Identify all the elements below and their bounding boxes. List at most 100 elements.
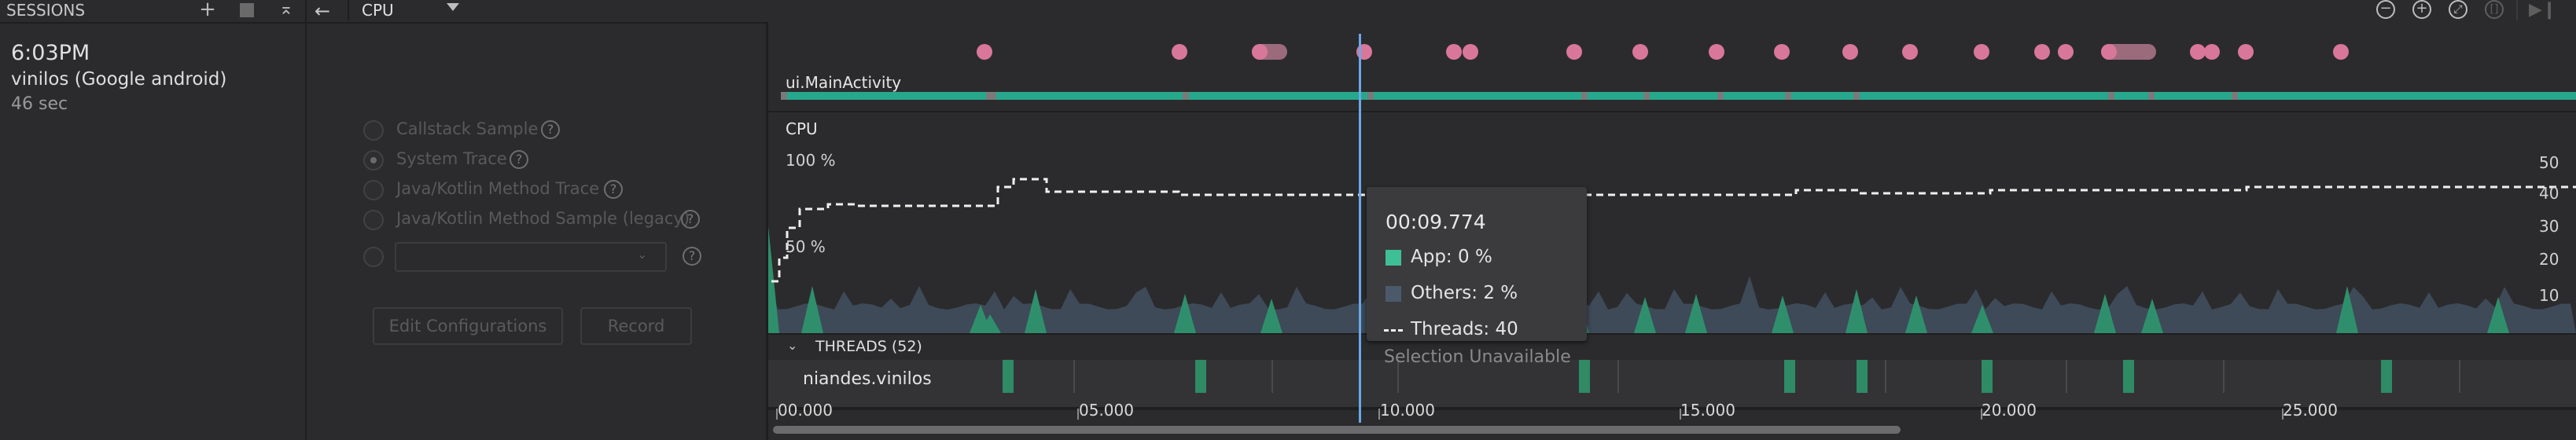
session-duration: 46 sec	[11, 94, 68, 114]
ruler-label: 00.000	[778, 401, 833, 420]
activity-tick	[1581, 92, 1588, 100]
tooltip-selection: Selection Unavailable	[1384, 347, 1571, 367]
thread-sleep-tick	[1885, 360, 1886, 393]
event-marker	[1709, 44, 1724, 60]
custom-config-select[interactable]: ⌄	[395, 242, 667, 272]
thread-running-block	[1784, 360, 1795, 393]
event-marker	[1632, 44, 1648, 60]
help-icon[interactable]: ?	[510, 150, 528, 169]
thread-running-block	[1579, 360, 1590, 393]
callstack-sample-radio[interactable]	[363, 120, 384, 141]
event-marker	[1252, 44, 1268, 60]
zoom-out-icon[interactable]: −	[2376, 0, 2395, 19]
zoom-to-selection-icon[interactable]: []	[2485, 0, 2504, 19]
activity-tick	[2232, 92, 2238, 100]
chevron-down-icon: ⌄	[637, 247, 648, 262]
profiler-select[interactable]: CPU	[348, 0, 467, 20]
activity-tick	[1367, 92, 1374, 100]
stop-session-icon[interactable]	[236, 0, 258, 20]
tooltip-time: 00:09.774	[1386, 211, 1486, 233]
ruler-label: 25.000	[2283, 401, 2338, 420]
y-axis-label-100: 100 %	[786, 151, 836, 170]
chevron-down-icon[interactable]: ⌄	[787, 338, 797, 353]
y-axis-label-50: 50 %	[786, 237, 826, 256]
profiler-select-value: CPU	[362, 1, 394, 20]
session-time: 6:03PM	[11, 41, 90, 65]
time-cursor	[1359, 34, 1361, 423]
toolbar-divider	[2516, 0, 2518, 20]
custom-config-radio[interactable]	[363, 247, 384, 267]
cpu-timeline[interactable]: ui.MainActivity CPU 100 % 50 % 50 40 30 …	[768, 22, 2576, 440]
threads-axis-label-30: 30	[2539, 217, 2559, 236]
collapse-sessions-icon[interactable]: ⌅	[275, 0, 297, 20]
thread-name[interactable]: niandes.vinilos	[803, 369, 932, 389]
activity-tick	[781, 92, 787, 100]
event-marker	[1842, 44, 1858, 60]
tooltip-threads: Threads: 40	[1411, 319, 1518, 339]
activity-tick	[1643, 92, 1650, 100]
event-marker	[1172, 44, 1187, 60]
zoom-in-icon[interactable]: +	[2412, 0, 2431, 19]
add-session-icon[interactable]: +	[197, 0, 219, 20]
event-marker	[1974, 44, 1989, 60]
others-swatch	[1386, 286, 1401, 302]
threads-line	[771, 178, 2576, 283]
system-trace-radio[interactable]	[363, 150, 384, 170]
cpu-label: CPU	[786, 119, 818, 138]
tooltip-others: Others: 2 %	[1411, 283, 1518, 303]
ruler-label: 15.000	[1680, 401, 1735, 420]
jump-to-live-icon[interactable]: ▶❙	[2529, 0, 2556, 20]
system-trace-label: System Trace	[396, 149, 507, 168]
event-marker	[2190, 44, 2206, 60]
activity-tick	[2108, 92, 2114, 100]
thread-running-block	[2381, 360, 2392, 393]
event-marker	[977, 44, 992, 60]
callstack-sample-label: Callstack Sample	[396, 119, 539, 138]
cpu-tooltip: 00:09.774 App: 0 % Others: 2 % Threads: …	[1367, 187, 1587, 341]
chevron-down-icon	[447, 3, 459, 11]
threads-swatch	[1384, 329, 1403, 332]
event-marker	[2238, 44, 2254, 60]
thread-running-block	[1857, 360, 1868, 393]
thread-running-block	[1195, 360, 1206, 393]
horizontal-scrollbar[interactable]	[773, 426, 1901, 434]
help-icon[interactable]: ?	[681, 210, 700, 229]
help-icon[interactable]: ?	[541, 120, 560, 139]
thread-sleep-tick	[2459, 360, 2460, 393]
thread-sleep-tick	[1271, 360, 1273, 393]
event-marker	[1463, 44, 1478, 60]
threads-axis-label-10: 10	[2539, 286, 2559, 305]
ruler-label: 05.000	[1079, 401, 1134, 420]
thread-sleep-tick	[1617, 360, 1619, 393]
event-marker	[2333, 44, 2349, 60]
threads-axis-label-50: 50	[2539, 153, 2559, 172]
help-icon[interactable]: ?	[683, 247, 701, 266]
thread-running-block	[1003, 360, 1014, 393]
recording-config-panel	[307, 24, 768, 440]
method-trace-radio[interactable]	[363, 180, 384, 200]
event-marker	[1446, 44, 1462, 60]
event-marker	[2204, 44, 2220, 60]
activity-tick	[1853, 92, 1860, 100]
session-device: vinilos (Google android)	[11, 69, 227, 90]
session-item[interactable]: 6:03PM vinilos (Google android) 46 sec	[0, 24, 305, 118]
activity-label: ui.MainActivity	[786, 73, 902, 92]
threads-axis-label-20: 20	[2539, 250, 2559, 269]
help-icon[interactable]: ?	[604, 180, 623, 199]
profiler-toolbar: ← CPU − + ⤢ [] ▶❙	[307, 0, 2576, 24]
activity-bar	[781, 92, 2576, 100]
thread-sleep-tick	[2066, 360, 2067, 393]
method-trace-label: Java/Kotlin Method Trace	[396, 179, 600, 198]
back-arrow-icon[interactable]: ←	[315, 0, 330, 22]
edit-configurations-button[interactable]: Edit Configurations	[373, 307, 563, 345]
thread-running-block	[1982, 360, 1993, 393]
threads-axis-label-40: 40	[2539, 184, 2559, 203]
activity-tick	[990, 92, 996, 100]
timeline-canvas	[768, 44, 2576, 420]
record-button[interactable]: Record	[580, 307, 692, 345]
threads-header[interactable]: THREADS (52)	[815, 338, 922, 355]
reset-zoom-icon[interactable]: ⤢	[2449, 0, 2467, 19]
event-marker	[2058, 44, 2074, 60]
activity-tick	[1183, 92, 1189, 100]
method-sample-radio[interactable]	[363, 210, 384, 230]
